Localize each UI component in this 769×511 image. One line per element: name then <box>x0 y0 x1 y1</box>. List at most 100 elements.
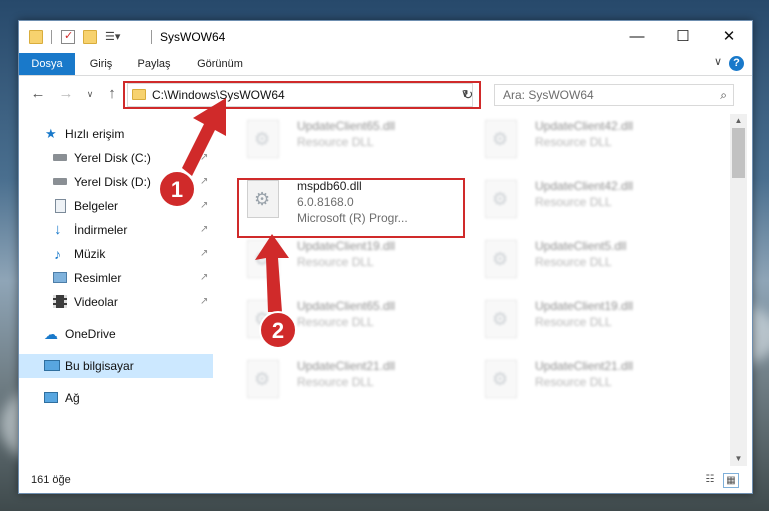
star-icon: ★ <box>45 126 57 141</box>
pin-icon[interactable]: ↗ <box>200 266 208 290</box>
sidebar-item-pictures[interactable]: Resimler ↗ <box>19 266 213 290</box>
dll-file-icon <box>485 120 517 158</box>
file-name: UpdateClient65.dll <box>297 299 396 313</box>
dll-file-icon <box>485 360 517 398</box>
tab-view[interactable]: Görünüm <box>191 53 249 75</box>
file-type: Resource DLL <box>535 375 612 389</box>
search-placeholder: Ara: SysWOW64 <box>503 88 594 102</box>
address-highlight <box>123 81 481 109</box>
file-item[interactable]: UpdateClient19.dll Resource DLL <box>239 234 459 288</box>
file-item[interactable]: UpdateClient19.dll Resource DLL <box>477 294 697 348</box>
documents-icon <box>55 199 66 213</box>
sidebar-item-disk-d[interactable]: Yerel Disk (D:) ↗ <box>19 170 213 194</box>
sidebar-item-label: Yerel Disk (D:) <box>74 175 151 189</box>
file-type: Resource DLL <box>297 315 374 329</box>
dll-file-icon <box>485 240 517 278</box>
sidebar-item-disk-c[interactable]: Yerel Disk (C:) ↗ <box>19 146 213 170</box>
sidebar-item-onedrive[interactable]: ☁ OneDrive <box>19 322 213 346</box>
properties-icon[interactable]: ✓ <box>61 30 75 44</box>
file-item[interactable]: UpdateClient65.dll Resource DLL <box>239 114 459 168</box>
pin-icon[interactable]: ↗ <box>200 290 208 314</box>
tab-home[interactable]: Giriş <box>81 53 121 75</box>
file-name: UpdateClient42.dll <box>535 119 634 133</box>
sidebar-item-downloads[interactable]: ↓ İndirmeler ↗ <box>19 218 213 242</box>
pin-icon[interactable]: ↗ <box>200 170 208 194</box>
file-type: Resource DLL <box>535 315 612 329</box>
pin-icon[interactable]: ↗ <box>200 194 208 218</box>
explorer-window: ✓ ☰▾ SysWOW64 — ☐ ✕ Dosya Giriş Paylaş G… <box>18 20 753 494</box>
videos-icon <box>53 295 67 308</box>
tab-share[interactable]: Paylaş <box>131 53 177 75</box>
details-view-icon[interactable]: ☷ <box>703 473 717 486</box>
file-highlight <box>237 178 465 238</box>
scrollbar-thumb[interactable] <box>732 128 745 178</box>
dll-file-icon <box>247 240 279 278</box>
recent-locations-button[interactable]: ∨ <box>81 85 99 103</box>
file-type: Resource DLL <box>297 135 374 149</box>
search-icon[interactable]: ⌕ <box>720 88 727 103</box>
file-type: Resource DLL <box>297 375 374 389</box>
navigation-pane: ★ Hızlı erişim Yerel Disk (C:) ↗ Yerel D… <box>19 114 213 466</box>
item-count: 161 öğe <box>31 474 71 486</box>
dll-file-icon <box>247 360 279 398</box>
close-button[interactable]: ✕ <box>706 21 752 53</box>
file-item[interactable]: UpdateClient21.dll Resource DLL <box>239 354 459 408</box>
file-item[interactable]: UpdateClient5.dll Resource DLL <box>477 234 697 288</box>
file-name: UpdateClient42.dll <box>535 179 634 193</box>
pin-icon[interactable]: ↗ <box>200 146 208 170</box>
dll-file-icon <box>247 300 279 338</box>
minimize-button[interactable]: — <box>614 21 660 53</box>
file-list: UpdateClient65.dll Resource DLL mspdb60.… <box>229 114 729 466</box>
sidebar-item-label: Videolar <box>74 295 118 309</box>
file-item[interactable]: UpdateClient21.dll Resource DLL <box>477 354 697 408</box>
scroll-up-icon[interactable]: ▲ <box>730 114 747 128</box>
file-item[interactable]: UpdateClient65.dll Resource DLL <box>239 294 459 348</box>
sidebar-item-label: Yerel Disk (C:) <box>74 151 151 165</box>
sidebar-item-music[interactable]: ♪ Müzik ↗ <box>19 242 213 266</box>
drive-icon <box>53 154 67 161</box>
file-name: UpdateClient21.dll <box>297 359 396 373</box>
back-button[interactable]: ← <box>29 85 47 103</box>
sidebar-item-label: Müzik <box>74 247 106 261</box>
sidebar-item-label: OneDrive <box>65 327 116 341</box>
sidebar-item-this-pc[interactable]: Bu bilgisayar <box>19 354 213 378</box>
large-icons-view-icon[interactable]: ▦ <box>723 473 739 488</box>
pin-icon[interactable]: ↗ <box>200 242 208 266</box>
scroll-down-icon[interactable]: ▼ <box>730 452 747 466</box>
navigation-bar: ← → ∨ ↑ C:\Windows\SysWOW64 ∨ ↻ Ara: Sys… <box>19 76 752 114</box>
new-folder-icon[interactable] <box>83 30 97 44</box>
sidebar-item-videos[interactable]: Videolar ↗ <box>19 290 213 314</box>
title-bar: ✓ ☰▾ SysWOW64 — ☐ ✕ <box>19 21 752 53</box>
vertical-scrollbar[interactable]: ▲ ▼ <box>730 114 747 466</box>
drive-icon <box>53 178 67 185</box>
forward-button[interactable]: → <box>57 85 75 103</box>
file-item[interactable]: UpdateClient42.dll Resource DLL <box>477 114 697 168</box>
help-icon[interactable]: ? <box>729 56 744 71</box>
folder-icon <box>29 30 43 44</box>
sidebar-item-quick-access[interactable]: ★ Hızlı erişim <box>19 122 213 146</box>
sidebar-item-label: Belgeler <box>74 199 119 213</box>
tab-file[interactable]: Dosya <box>19 53 75 75</box>
file-name: UpdateClient19.dll <box>535 299 634 313</box>
file-item[interactable]: UpdateClient42.dll Resource DLL <box>477 174 697 228</box>
pin-icon[interactable]: ↗ <box>200 218 208 242</box>
dll-file-icon <box>247 120 279 158</box>
chevron-down-icon[interactable]: ∨ <box>714 55 722 68</box>
sidebar-item-label: İndirmeler <box>74 223 128 237</box>
dll-file-icon <box>485 180 517 218</box>
music-icon: ♪ <box>54 246 61 262</box>
up-button[interactable]: ↑ <box>103 85 121 103</box>
dll-file-icon <box>485 300 517 338</box>
status-bar: 161 öğe ☷ ▦ <box>19 468 752 492</box>
downloads-icon: ↓ <box>54 221 62 238</box>
maximize-button[interactable]: ☐ <box>660 21 706 53</box>
file-type: Resource DLL <box>535 255 612 269</box>
cloud-icon: ☁ <box>44 326 58 342</box>
sidebar-item-label: Hızlı erişim <box>65 127 125 141</box>
sidebar-item-label: Ağ <box>65 391 80 405</box>
customize-icon[interactable]: ☰▾ <box>105 30 120 44</box>
search-input[interactable]: Ara: SysWOW64 ⌕ <box>494 84 734 106</box>
sidebar-item-network[interactable]: Ağ <box>19 386 213 410</box>
ribbon-tabs: Dosya Giriş Paylaş Görünüm ∨ ? <box>19 53 752 76</box>
sidebar-item-documents[interactable]: Belgeler ↗ <box>19 194 213 218</box>
